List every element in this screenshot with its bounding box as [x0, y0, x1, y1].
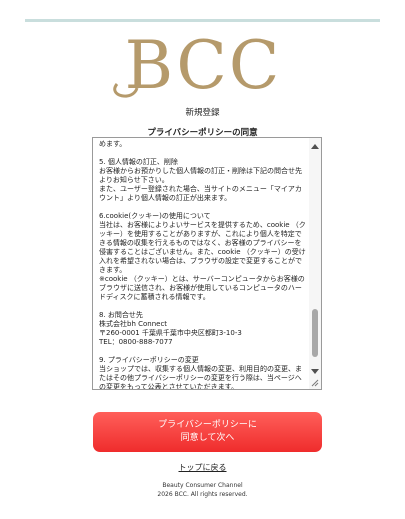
policy-content: めます。 5. 個人情報の訂正、削除 お客様からお預かりした個人情報の訂正・削除… [99, 140, 306, 390]
logo-text: BCC [125, 27, 282, 104]
top-divider [25, 19, 380, 22]
agree-label-line2: 同意して次へ [180, 433, 235, 443]
resize-grip-icon[interactable] [311, 379, 319, 387]
policy-paragraph: 5. 個人情報の訂正、削除 お客様からお預かりした個人情報の訂正・削除は下記の問… [99, 158, 302, 202]
policy-paragraph: 9. プライバシーポリシーの変更 当ショップでは、収集する個人情報の変更、利用目… [99, 356, 302, 390]
triangle-down-icon[interactable] [311, 369, 319, 374]
policy-paragraph: 8. お問合せ先 株式会社bh Connect 〒260-0001 千葉県千葉市… [99, 311, 242, 346]
scrollbar-thumb[interactable] [312, 309, 318, 357]
scrollbar[interactable] [309, 138, 321, 389]
page-title: 新規登録 [185, 108, 220, 118]
agree-next-button[interactable]: プライバシーポリシーに 同意して次へ [93, 412, 322, 452]
footer-copyright: 2026 BCC. All rights reserved. [157, 491, 248, 498]
policy-paragraph: めます。 [99, 140, 127, 148]
footer-brand: Beauty Consumer Channel [162, 482, 243, 489]
back-to-top-wrapper: トップに戻る [0, 462, 405, 473]
policy-textarea[interactable]: めます。 5. 個人情報の訂正、削除 お客様からお預かりした個人情報の訂正・削除… [92, 137, 322, 390]
triangle-up-icon[interactable] [311, 144, 319, 149]
back-to-top-link[interactable]: トップに戻る [179, 463, 227, 472]
bcc-logo: BCC [113, 27, 282, 104]
agree-label-line1: プライバシーポリシーに [158, 420, 257, 430]
policy-paragraph: 6.cookie(クッキー)の使用について 当社は、お客様によりよいサービスを提… [99, 212, 306, 301]
